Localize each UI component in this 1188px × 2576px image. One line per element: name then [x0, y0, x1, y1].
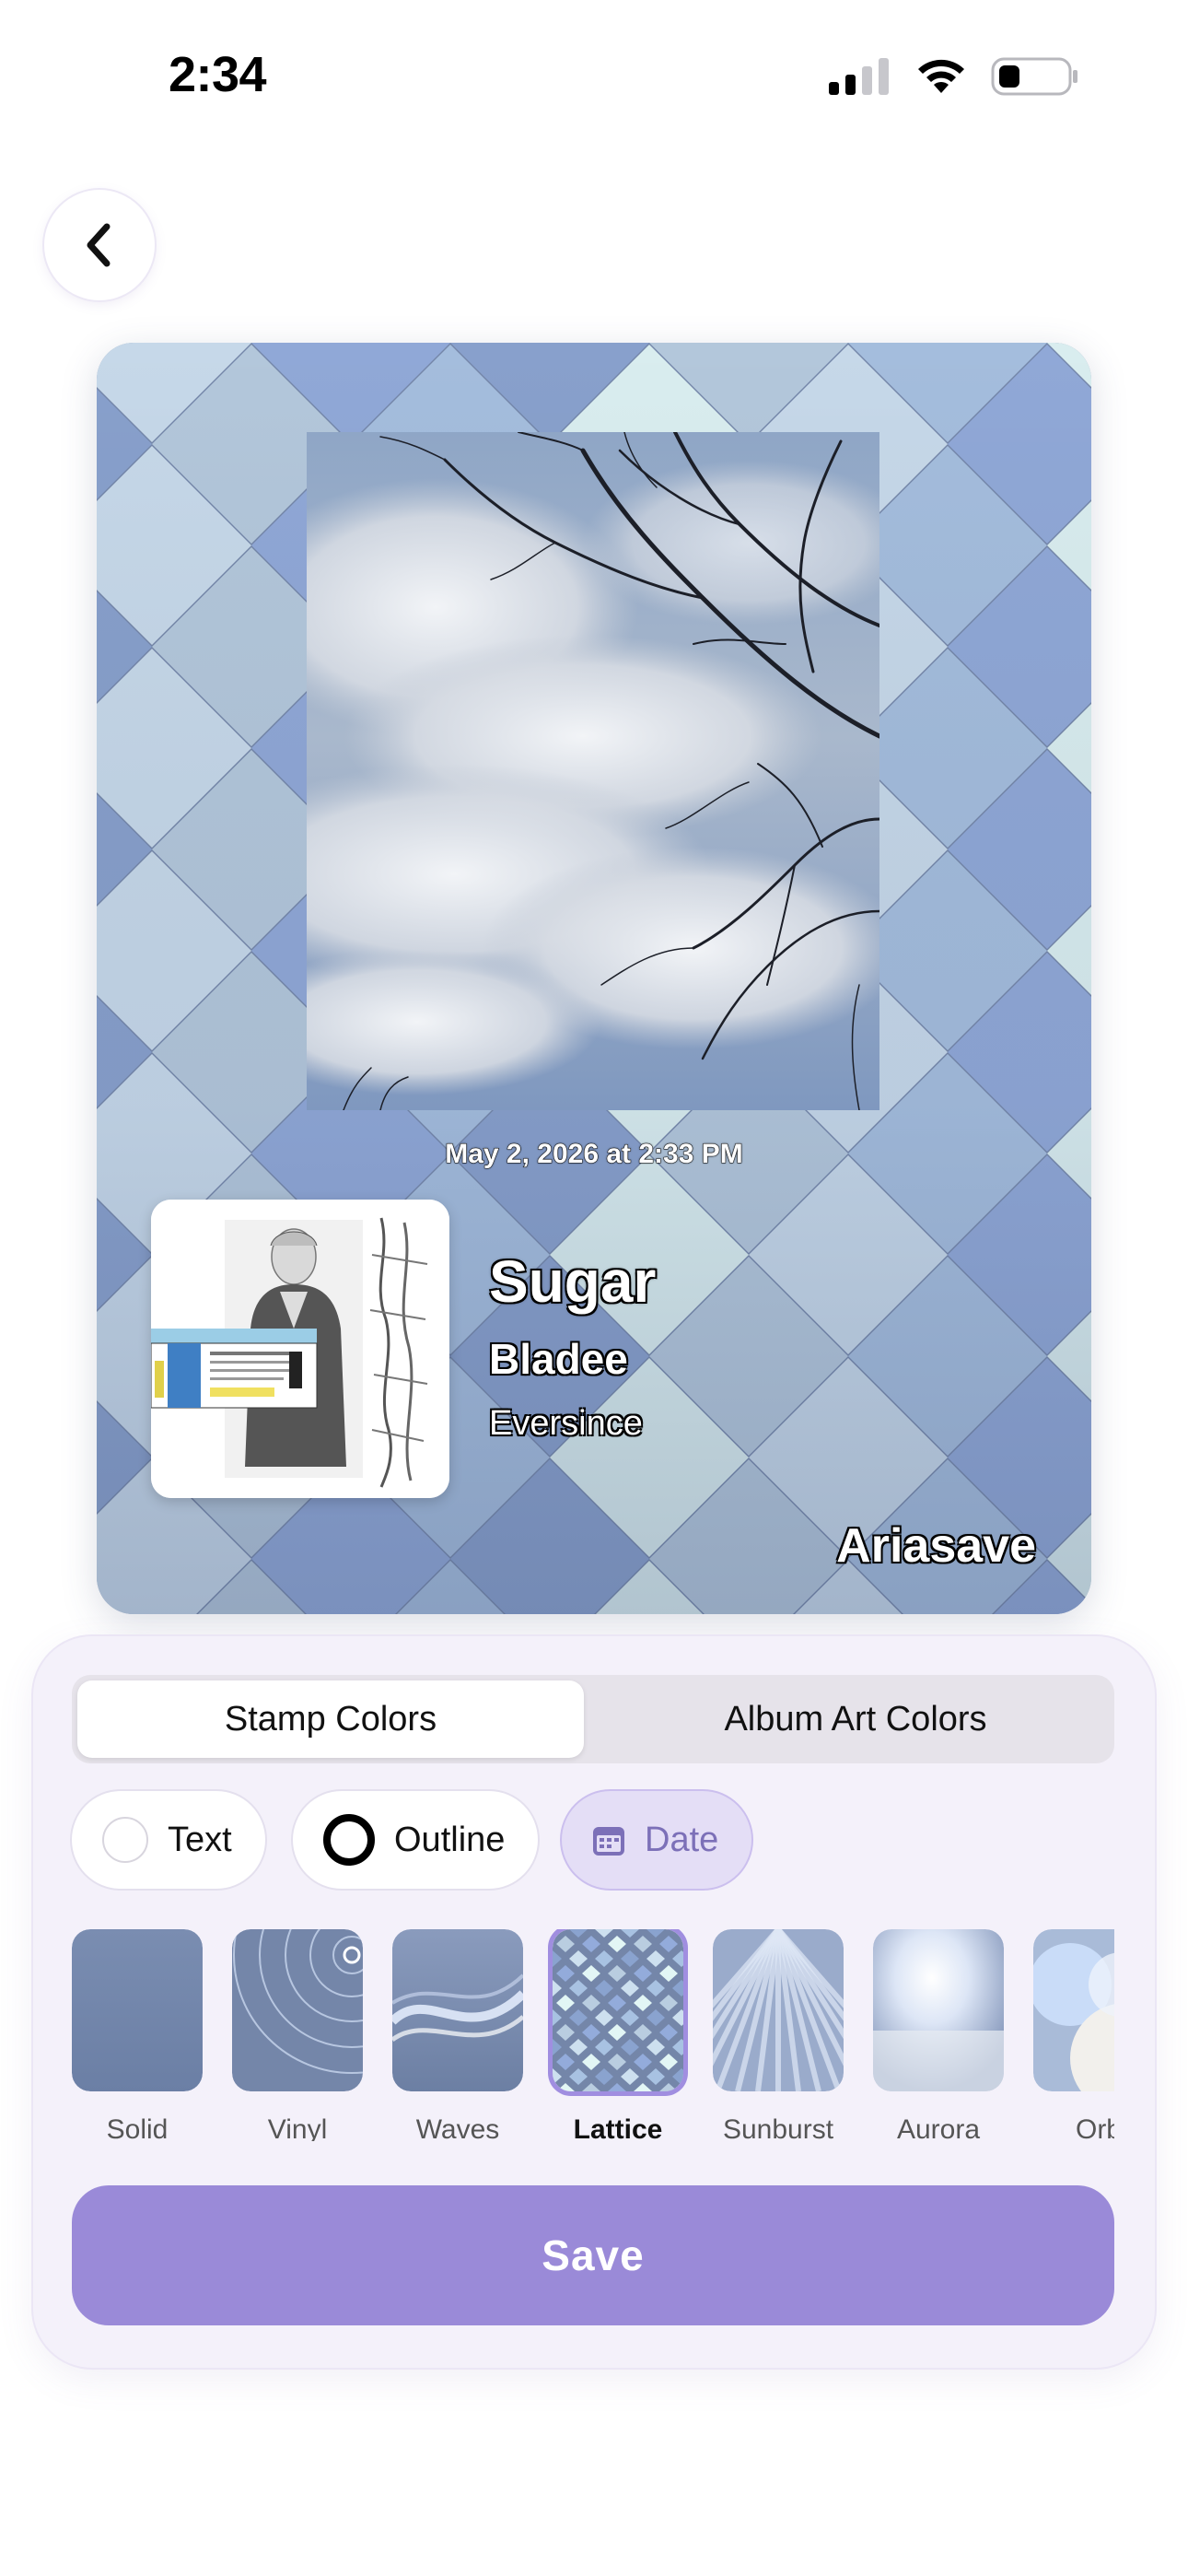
- preset-vinyl[interactable]: Vinyl: [232, 1929, 471, 2141]
- preset-label-vinyl: Vinyl: [267, 2114, 328, 2141]
- calendar-icon: [593, 1827, 624, 1856]
- preset-thumb-waves: [389, 1929, 527, 2091]
- preset-label-lattice: Lattice: [573, 2114, 663, 2141]
- preset-thumb-solid: [72, 1929, 203, 2091]
- song-title: Sugar: [489, 1248, 657, 1315]
- preset-aurora[interactable]: Aurora: [873, 1929, 1004, 2141]
- preset-sunburst[interactable]: Sunburst: [634, 1929, 923, 2141]
- status-time: 2:34: [169, 47, 267, 102]
- back-button[interactable]: [44, 190, 155, 300]
- chip-label-outline: Outline: [394, 1820, 506, 1859]
- stamp-photo: [307, 432, 879, 1110]
- song-artist: Bladee: [489, 1335, 628, 1383]
- customize-panel: Stamp Colors Album Art Colors Text Outli…: [33, 1636, 1155, 2368]
- ring-icon: [323, 1814, 375, 1866]
- battery-icon: [991, 57, 1077, 96]
- brand-watermark: Ariasave: [836, 1519, 1036, 1573]
- empty-circle-icon: [102, 1817, 148, 1863]
- background-preset-carousel[interactable]: Solid Vinyl Waves Lattice Sunburst Auror…: [72, 1929, 1114, 2141]
- preset-lattice[interactable]: Lattice: [518, 1929, 729, 2141]
- text-color-chip[interactable]: Text: [72, 1791, 265, 1889]
- preset-thumb-orb: [1029, 1929, 1114, 2113]
- outline-color-chip[interactable]: Outline: [293, 1791, 539, 1889]
- save-button[interactable]: Save: [72, 2185, 1114, 2325]
- stamp-date: May 2, 2026 at 2:33 PM: [445, 1139, 744, 1170]
- wifi-icon: [918, 59, 964, 93]
- preset-orb[interactable]: Orb: [1029, 1929, 1114, 2141]
- tab-stamp-colors[interactable]: Stamp Colors: [77, 1680, 584, 1758]
- preset-label-sunburst: Sunburst: [722, 2114, 834, 2141]
- album-art: [151, 1200, 449, 1498]
- chevron-left-icon: [87, 223, 111, 267]
- tab-album-art-colors[interactable]: Album Art Colors: [602, 1680, 1109, 1758]
- song-album: Eversince: [489, 1404, 643, 1443]
- color-source-segmented-control: Stamp Colors Album Art Colors: [72, 1675, 1114, 1763]
- preset-thumb-sunburst: [634, 1929, 923, 2093]
- preset-solid[interactable]: Solid: [72, 1929, 203, 2141]
- status-icons: [829, 57, 1079, 96]
- preset-thumb-lattice: [518, 1929, 729, 2100]
- preset-label-orb: Orb: [1075, 2114, 1114, 2141]
- preset-thumb-aurora: [873, 1929, 1004, 2091]
- preset-label-aurora: Aurora: [896, 2114, 981, 2141]
- date-toggle-chip[interactable]: Date: [562, 1791, 752, 1889]
- chip-label-text: Text: [168, 1820, 232, 1859]
- preset-waves[interactable]: Waves: [389, 1929, 527, 2141]
- stamp-preview: May 2, 2026 at 2:33 PM Sugar Bladee Ever…: [97, 343, 1091, 1614]
- chip-label-date: Date: [645, 1820, 719, 1859]
- preset-label-solid: Solid: [106, 2114, 169, 2141]
- preset-thumb-vinyl: [232, 1929, 471, 2091]
- preset-label-waves: Waves: [415, 2114, 500, 2141]
- signal-icon: [829, 58, 889, 95]
